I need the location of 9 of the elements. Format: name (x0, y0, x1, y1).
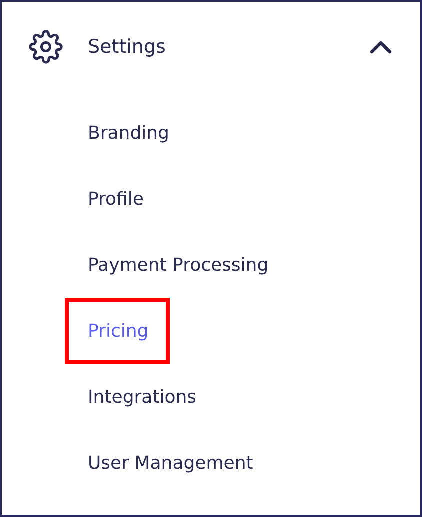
menu-item[interactable]: Integrations (65, 364, 218, 430)
section-title[interactable]: Settings (88, 36, 370, 58)
menu-item[interactable]: Payment Processing (65, 232, 290, 298)
menu-item[interactable]: Pricing (65, 298, 170, 364)
chevron-up-icon[interactable] (370, 40, 392, 54)
settings-icon (29, 30, 63, 64)
menu-item[interactable]: Branding (65, 100, 190, 166)
menu-item[interactable]: Profile (65, 166, 165, 232)
menu-item[interactable]: User Management (65, 430, 274, 496)
